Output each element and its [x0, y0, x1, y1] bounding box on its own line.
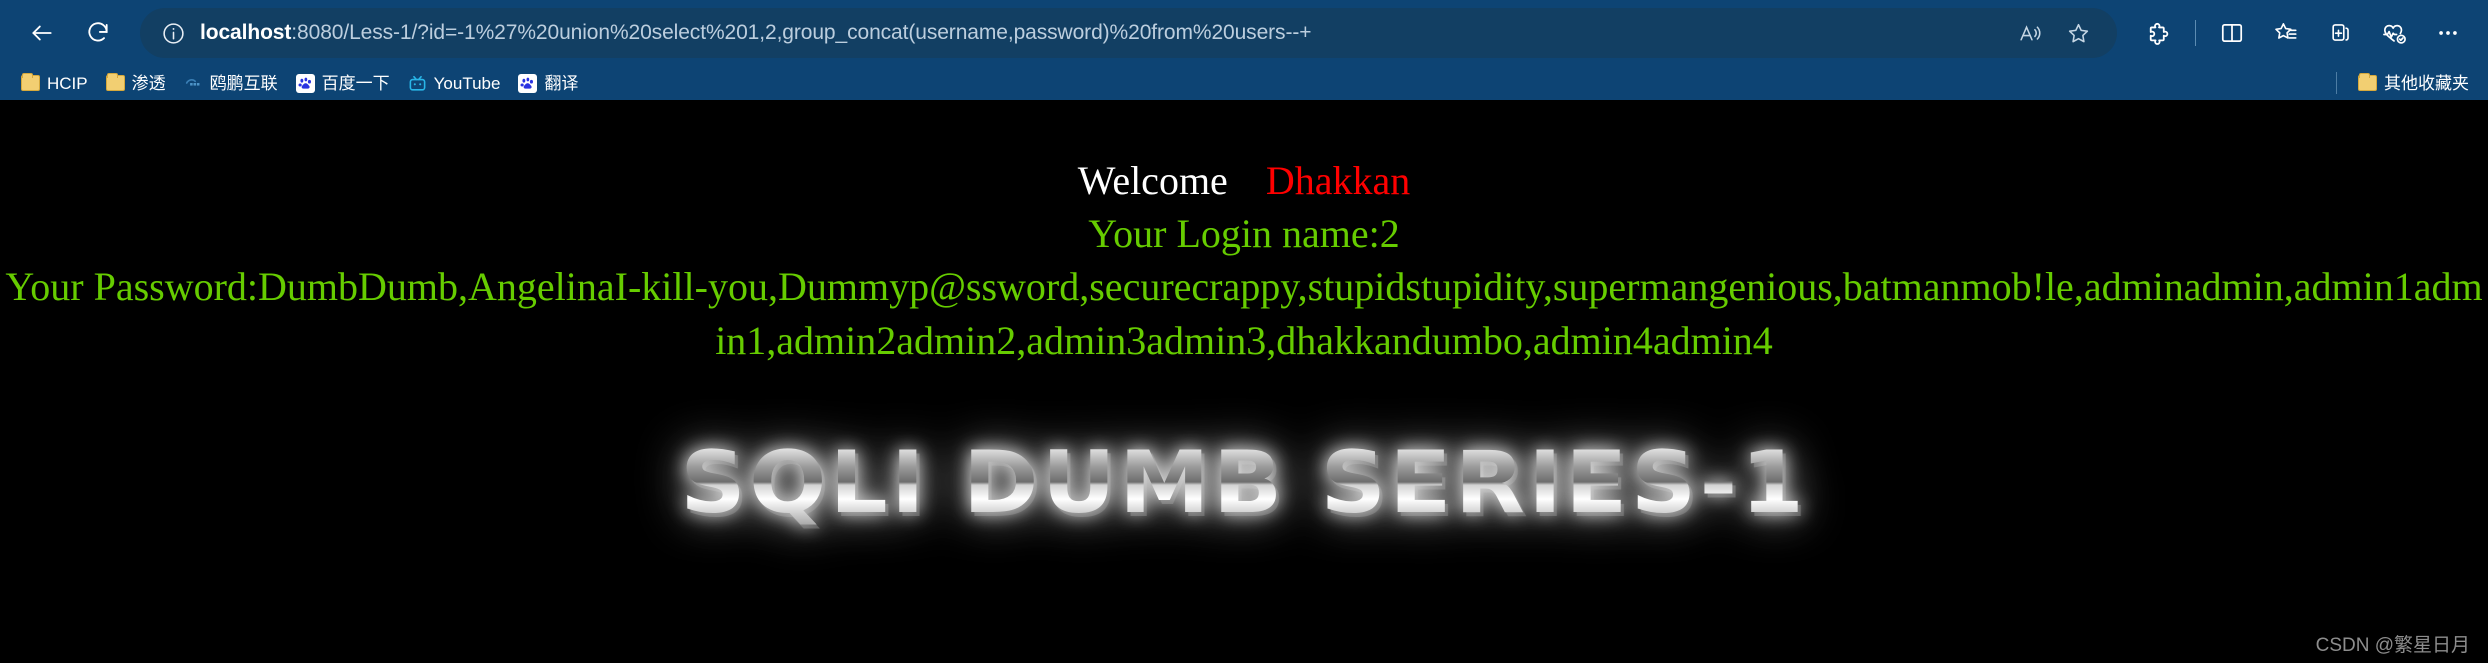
bookmarks-right: 其他收藏夹 [2336, 71, 2478, 96]
bookmark-fanyi[interactable]: 翻译 [509, 71, 587, 96]
add-tab-group-icon[interactable] [2314, 7, 2366, 59]
bookmarks-divider [2336, 72, 2337, 94]
tv-icon [408, 74, 427, 93]
bookmark-youtube[interactable]: YouTube [399, 71, 510, 96]
site-icon [184, 74, 203, 93]
bookmark-label: YouTube [433, 73, 501, 93]
split-screen-icon[interactable] [2206, 7, 2258, 59]
address-bar-actions [2007, 11, 2101, 55]
address-bar[interactable]: localhost:8080/Less-1/?id=-1%27%20union%… [140, 8, 2117, 58]
bookmarks-bar: HCIP 渗透 鸥鹏互联 百度一下 YouTube 翻译 其他收藏夹 [0, 66, 2488, 100]
other-favorites-button[interactable]: 其他收藏夹 [2349, 71, 2478, 96]
folder-icon [105, 73, 125, 93]
bookmark-label: 百度一下 [321, 73, 390, 93]
browser-essentials-icon[interactable] [2368, 7, 2420, 59]
user-name: Dhakkan [1265, 158, 1411, 203]
welcome-line: Welcome Dhakkan [0, 154, 2488, 207]
sqli-logo-text: SQLi Dumb Series-1 [680, 432, 1808, 533]
url-host: localhost [200, 21, 292, 44]
bookmark-oupeng[interactable]: 鸥鹏互联 [175, 71, 287, 96]
folder-icon [2358, 73, 2377, 93]
extensions-icon[interactable] [2133, 7, 2185, 59]
login-name-line: Your Login name:2 [1088, 211, 1400, 257]
url-path: :8080/Less-1/?id=-1%27%20union%20select%… [291, 21, 1312, 44]
baidu-icon [518, 73, 538, 93]
sqli-result-block: Welcome Dhakkan Your Login name:2 Your Pa… [0, 100, 2488, 533]
bookmark-label: 鸥鹏互联 [209, 73, 278, 93]
browser-toolbar: localhost:8080/Less-1/?id=-1%27%20union%… [0, 0, 2488, 66]
welcome-label: Welcome [1077, 158, 1228, 203]
toolbar-right-icons [2127, 7, 2474, 59]
other-favorites-label: 其他收藏夹 [2384, 73, 2469, 93]
bookmark-label: 渗透 [131, 73, 166, 93]
url-text[interactable]: localhost:8080/Less-1/?id=-1%27%20union%… [200, 21, 1311, 45]
settings-more-icon[interactable] [2422, 7, 2474, 59]
folder-icon [21, 73, 40, 93]
toolbar-divider [2195, 20, 2196, 46]
sqli-logo: SQLi Dumb Series-1 [0, 433, 2488, 533]
bookmark-label: 翻译 [544, 73, 579, 93]
bookmark-baidu[interactable]: 百度一下 [287, 71, 399, 96]
bookmark-hcip[interactable]: HCIP [12, 71, 97, 96]
info-icon[interactable] [156, 16, 190, 50]
password-line: Your Password:DumbDumb,AngelinaI-kill-yo… [5, 264, 2483, 363]
collections-icon[interactable] [2260, 7, 2312, 59]
browser-chrome: localhost:8080/Less-1/?id=-1%27%20union%… [0, 0, 2488, 100]
read-aloud-icon[interactable] [2007, 11, 2053, 55]
back-button[interactable] [14, 7, 70, 59]
bookmark-label: HCIP [47, 73, 88, 93]
page-content: Welcome Dhakkan Your Login name:2 Your Pa… [0, 100, 2488, 663]
bookmark-shentou[interactable]: 渗透 [97, 71, 175, 96]
favorite-star-icon[interactable] [2055, 11, 2101, 55]
baidu-icon [295, 73, 315, 93]
csdn-watermark: CSDN @繁星日月 [2315, 635, 2470, 656]
refresh-button[interactable] [70, 7, 126, 59]
